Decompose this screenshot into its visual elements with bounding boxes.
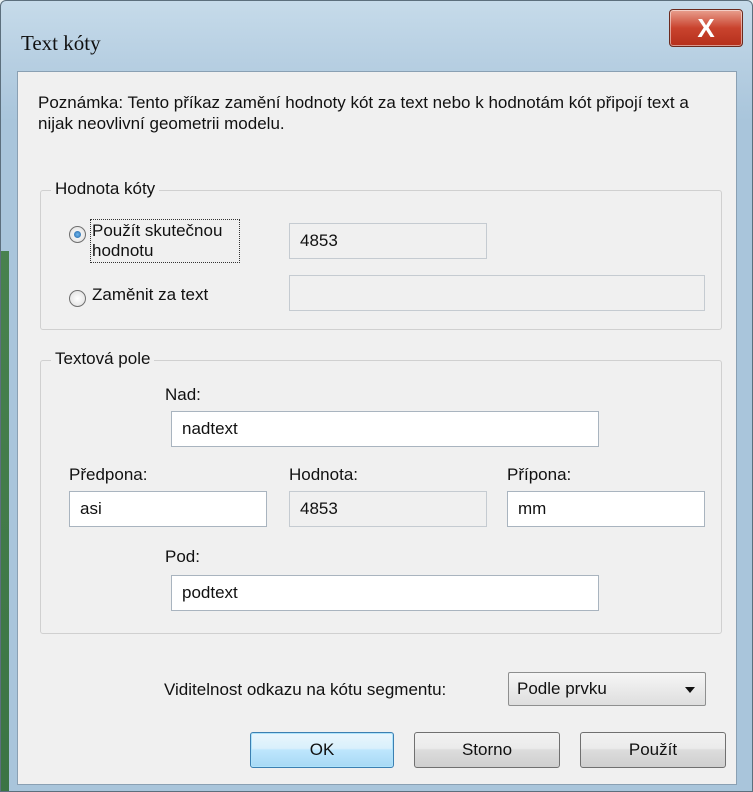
segment-reference-visibility-select[interactable]: Podle prvku	[508, 672, 706, 706]
value-label: Hodnota:	[289, 465, 358, 484]
prefix-input[interactable]: asi	[69, 491, 267, 527]
use-actual-value-radio[interactable]: Použít skutečnou hodnotu	[69, 219, 240, 263]
text-fields-group: Textová pole Nad: nadtext Předpona: asi …	[40, 349, 722, 634]
cancel-button[interactable]: Storno	[414, 732, 560, 768]
note-text: Poznámka: Tento příkaz zamění hodnoty kó…	[38, 93, 689, 133]
close-button[interactable]: X	[669, 9, 743, 47]
below-label: Pod:	[165, 547, 200, 566]
title-bar[interactable]: Text kóty X	[1, 1, 752, 71]
replace-with-text-radio[interactable]: Zaměnit za text	[69, 285, 208, 307]
above-label: Nad:	[165, 385, 201, 404]
dimension-value-group: Hodnota kóty Použít skutečnou hodnotu 48…	[40, 179, 722, 330]
dimension-value-group-label: Hodnota kóty	[51, 179, 160, 199]
close-icon: X	[697, 13, 715, 43]
background-window-edge	[1, 251, 9, 791]
below-text-input[interactable]: podtext	[171, 575, 599, 611]
above-text-input[interactable]: nadtext	[171, 411, 599, 447]
apply-button[interactable]: Použít	[580, 732, 726, 768]
prefix-label: Předpona:	[69, 465, 148, 484]
replace-text-field[interactable]	[289, 275, 705, 311]
suffix-label: Přípona:	[507, 465, 572, 484]
segment-reference-visibility-label: Viditelnost odkazu na kótu segmentu:	[164, 680, 447, 699]
segment-reference-visibility-value: Podle prvku	[517, 679, 607, 698]
ok-button[interactable]: OK	[250, 732, 394, 768]
dialog-window: Text kóty X Poznámka: Tento příkaz zaměn…	[0, 0, 753, 792]
replace-with-text-label: Zaměnit za text	[92, 285, 209, 304]
window-title: Text kóty	[21, 31, 101, 55]
text-fields-group-label: Textová pole	[51, 349, 155, 369]
use-actual-value-label: Použít skutečnou hodnotu	[90, 219, 240, 263]
suffix-input[interactable]: mm	[507, 491, 705, 527]
dialog-client-area: Poznámka: Tento příkaz zamění hodnoty kó…	[17, 71, 737, 785]
dropdown-arrow-icon	[685, 687, 695, 693]
value-field: 4853	[289, 491, 487, 527]
actual-value-field: 4853	[289, 223, 487, 259]
radio-checked-icon	[69, 226, 86, 243]
radio-unchecked-icon	[69, 290, 86, 307]
